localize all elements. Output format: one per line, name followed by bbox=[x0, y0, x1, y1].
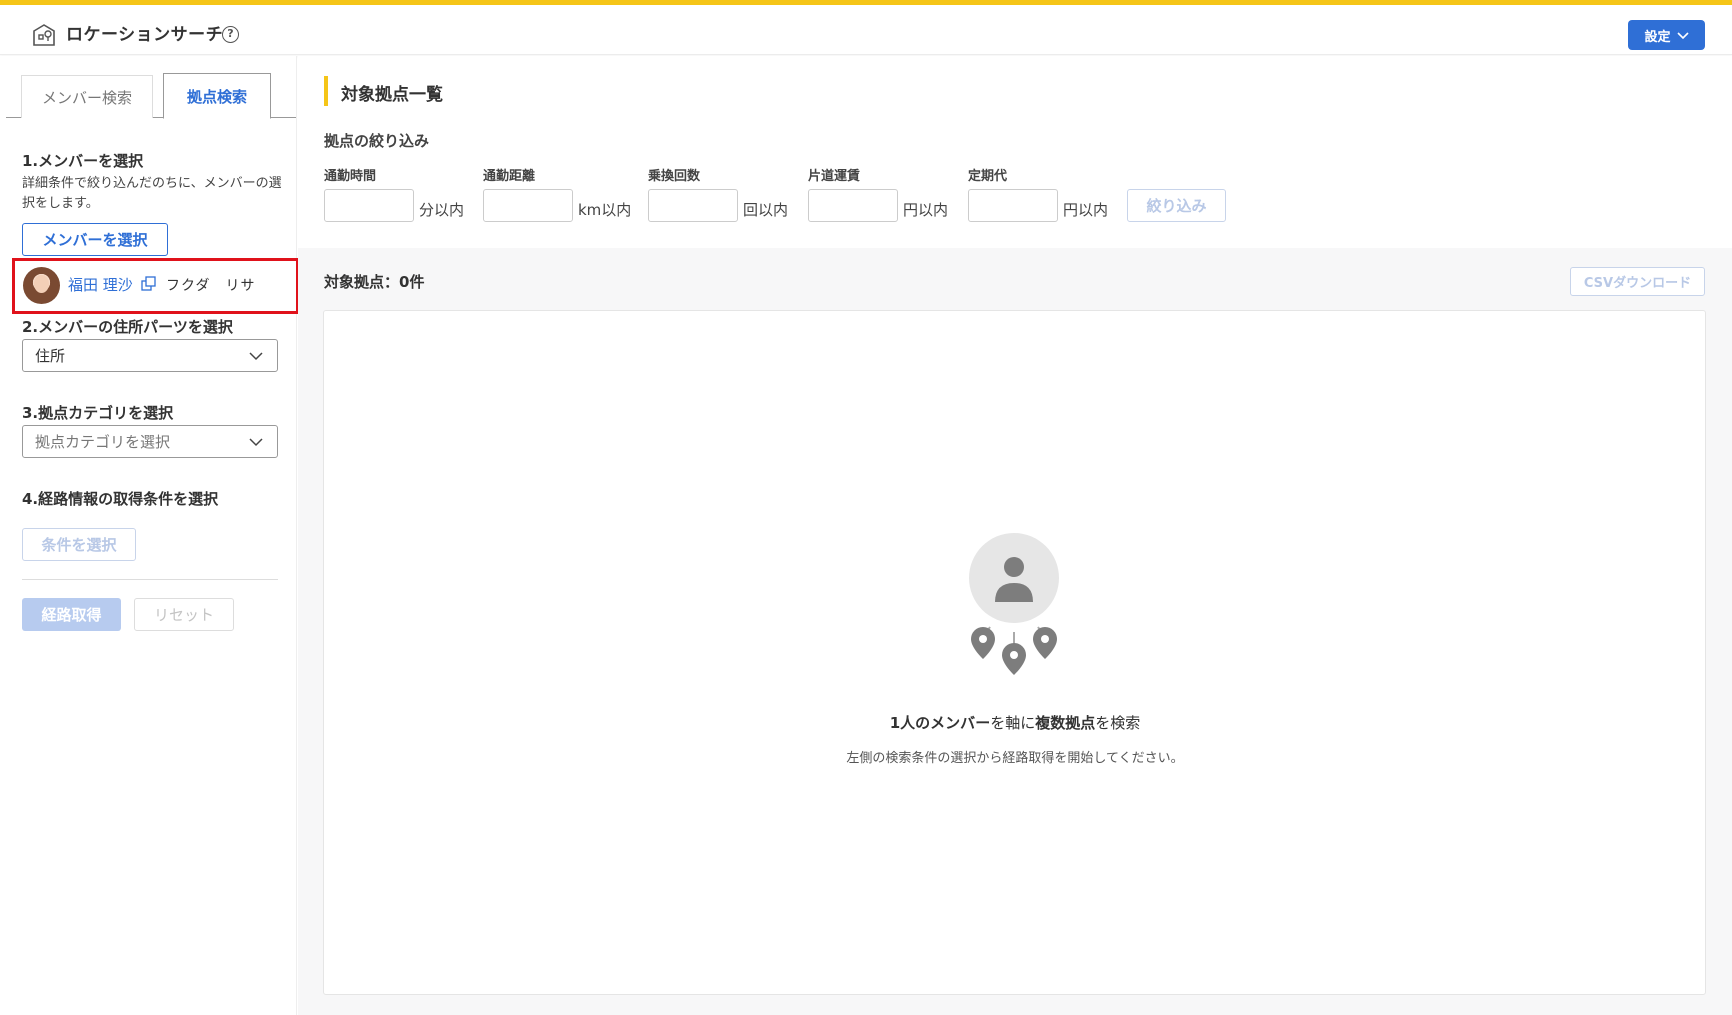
member-name-link[interactable]: 福田 理沙 bbox=[68, 274, 133, 295]
search-tabs: メンバー検索 拠点検索 bbox=[6, 73, 296, 119]
one-way-fare-unit: 円以内 bbox=[903, 201, 949, 219]
tab-location-search[interactable]: 拠点検索 bbox=[163, 73, 271, 119]
select-member-button[interactable]: メンバーを選択 bbox=[22, 223, 168, 256]
address-part-select[interactable]: 住所 bbox=[22, 339, 278, 372]
empty-msg-part2: を軸に bbox=[990, 714, 1036, 732]
app-title: ロケーションサーチ bbox=[66, 25, 224, 45]
commute-distance-input[interactable] bbox=[483, 189, 573, 222]
commute-distance-unit: km以内 bbox=[578, 201, 632, 219]
csv-download-button[interactable]: CSVダウンロード bbox=[1570, 267, 1705, 296]
transfer-count-input[interactable] bbox=[648, 189, 738, 222]
empty-state-subtext: 左側の検索条件の選択から経路取得を開始してください。 bbox=[846, 751, 1184, 766]
sidebar-divider bbox=[22, 579, 278, 580]
select-condition-button[interactable]: 条件を選択 bbox=[22, 528, 136, 561]
reset-button[interactable]: リセット bbox=[134, 598, 234, 631]
help-icon[interactable]: ? bbox=[222, 26, 239, 43]
transfer-count-label: 乗換回数 bbox=[648, 169, 701, 184]
settings-label: 設定 bbox=[1644, 29, 1671, 45]
one-way-fare-label: 片道運賃 bbox=[808, 169, 861, 184]
empty-state-message: 1人のメンバーを軸に複数拠点を検索 bbox=[298, 712, 1732, 733]
commuter-pass-unit: 円以内 bbox=[1063, 201, 1109, 219]
settings-button[interactable]: 設定 bbox=[1628, 20, 1705, 50]
commute-time-input[interactable] bbox=[324, 189, 414, 222]
commute-distance-label: 通勤距離 bbox=[483, 169, 536, 184]
pin-icon bbox=[1002, 643, 1026, 675]
one-way-fare-input[interactable] bbox=[808, 189, 898, 222]
selected-member[interactable]: 福田 理沙 フクダ リサ bbox=[12, 258, 299, 314]
location-category-select[interactable]: 拠点カテゴリを選択 bbox=[22, 425, 278, 458]
step1-title: 1.メンバーを選択 bbox=[22, 152, 144, 170]
commuter-pass-input[interactable] bbox=[968, 189, 1058, 222]
step2-title: 2.メンバーの住所パーツを選択 bbox=[22, 318, 233, 336]
empty-msg-part1: 1人のメンバー bbox=[889, 714, 991, 732]
member-kana: フクダ リサ bbox=[166, 278, 256, 294]
commuter-pass-label: 定期代 bbox=[968, 169, 1008, 184]
location-building-icon bbox=[33, 24, 55, 46]
chevron-down-icon bbox=[249, 438, 263, 447]
external-link-icon[interactable] bbox=[141, 276, 156, 291]
avatar bbox=[23, 267, 60, 304]
pin-icon bbox=[971, 627, 995, 659]
pin-icon bbox=[1033, 627, 1057, 659]
commute-time-unit: 分以内 bbox=[419, 201, 465, 219]
get-route-button[interactable]: 経路取得 bbox=[22, 598, 121, 631]
chevron-down-icon bbox=[1676, 32, 1689, 40]
result-count: 対象拠点：0件 bbox=[324, 273, 425, 291]
tab-member-search[interactable]: メンバー検索 bbox=[21, 75, 153, 118]
location-category-placeholder: 拠点カテゴリを選択 bbox=[35, 433, 171, 451]
step3-title: 3.拠点カテゴリを選択 bbox=[22, 404, 174, 422]
chevron-down-icon bbox=[249, 352, 263, 361]
step4-title: 4.経路情報の取得条件を選択 bbox=[22, 490, 219, 508]
filter-title: 拠点の絞り込み bbox=[324, 132, 430, 150]
transfer-count-unit: 回以内 bbox=[743, 201, 789, 219]
commute-time-label: 通勤時間 bbox=[324, 169, 377, 184]
empty-msg-part3: 複数拠点 bbox=[1035, 714, 1096, 732]
title-accent-bar bbox=[324, 76, 328, 106]
sidebar: メンバー検索 拠点検索 1.メンバーを選択 詳細条件で絞り込んだのちに、メンバー… bbox=[0, 56, 299, 1015]
filter-button[interactable]: 絞り込み bbox=[1127, 189, 1226, 222]
member-to-locations-illustration bbox=[969, 533, 1059, 675]
step1-description: 詳細条件で絞り込んだのちに、メンバーの選択をします。 bbox=[22, 176, 282, 211]
app-header: ロケーションサーチ ? 設定 bbox=[0, 5, 1732, 55]
address-part-value: 住所 bbox=[35, 347, 66, 365]
empty-msg-part4: を検索 bbox=[1095, 714, 1141, 732]
page-title: 対象拠点一覧 bbox=[341, 85, 443, 105]
